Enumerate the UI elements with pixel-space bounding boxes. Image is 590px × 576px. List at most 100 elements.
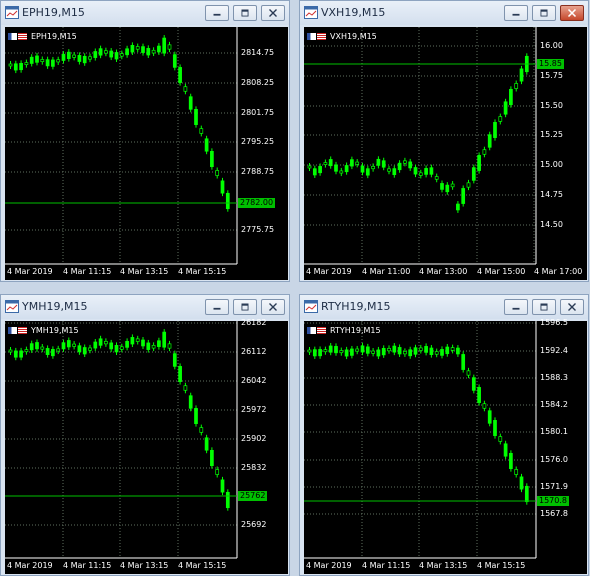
candle-body	[167, 343, 172, 349]
candle-body	[509, 452, 513, 470]
time-axis-label: 4 Mar 17:00	[534, 267, 583, 276]
minimize-button[interactable]	[205, 299, 229, 315]
flag-icon	[307, 32, 326, 40]
maximize-button[interactable]	[233, 5, 257, 21]
candle-body	[413, 167, 418, 175]
price-axis-label: 26042	[241, 376, 267, 385]
maximize-icon	[241, 9, 249, 17]
candle-body	[82, 347, 87, 355]
candle-body	[215, 469, 220, 475]
close-button[interactable]	[261, 299, 285, 315]
candle-body	[98, 48, 103, 56]
close-icon	[568, 303, 576, 311]
window-titlebar[interactable]: VXH19,M15	[300, 1, 588, 25]
close-button[interactable]	[261, 5, 285, 21]
current-price-tag: 1570.8	[537, 496, 569, 506]
price-chart[interactable]: EPH19,M15 2814.75 2808.25 2801.75 2795.25 278…	[5, 27, 288, 280]
time-axis-label: 4 Mar 2019	[7, 561, 53, 570]
minimize-button[interactable]	[504, 5, 528, 21]
current-price-tag: 15.85	[537, 59, 564, 69]
symbol-label: RTYH19,M15	[307, 325, 381, 335]
symbol-text: VXH19,M15	[330, 31, 377, 41]
candle-body	[45, 348, 50, 355]
chart-window-rtyh19[interactable]: RTYH19,M15 RTYH19,M15 1596.5 1592.4 1588.3 1…	[299, 294, 589, 576]
candle-body	[509, 88, 513, 106]
candle-body	[72, 343, 76, 347]
candle-body	[514, 83, 519, 89]
candle-body	[188, 96, 193, 110]
candle-body	[503, 443, 508, 457]
candle-body	[334, 164, 338, 172]
minimize-button[interactable]	[504, 299, 528, 315]
candle-body	[157, 340, 161, 347]
candle-body	[51, 348, 55, 357]
candle-body	[323, 349, 328, 353]
candle-body	[323, 162, 328, 165]
maximize-button[interactable]	[532, 299, 556, 315]
candle-body	[109, 50, 114, 58]
candle-body	[204, 437, 209, 451]
maximize-button[interactable]	[532, 5, 556, 21]
window-titlebar[interactable]: RTYH19,M15	[300, 295, 588, 319]
price-axis-label: 15.25	[540, 130, 563, 139]
candle-body	[199, 128, 204, 134]
candle-body	[135, 338, 140, 342]
price-chart[interactable]: RTYH19,M15 1596.5 1592.4 1588.3 1584.2 1580.1…	[304, 318, 587, 574]
candle-body	[408, 349, 413, 357]
candle-body	[82, 55, 87, 64]
close-icon	[269, 9, 277, 17]
candle-body	[29, 343, 34, 351]
maximize-button[interactable]	[233, 299, 257, 315]
candle-body	[162, 37, 167, 54]
candle-body	[188, 395, 193, 409]
price-chart[interactable]: YMH19,M15 26182 26112 26042 25972 25902 25832 2…	[5, 318, 288, 574]
close-button[interactable]	[560, 5, 584, 21]
candle-body	[24, 349, 29, 353]
candle-body	[194, 408, 198, 424]
close-icon	[567, 8, 577, 18]
price-axis-label: 25692	[241, 520, 267, 529]
candle-body	[199, 427, 204, 433]
candle-body	[461, 354, 466, 370]
candle-body	[35, 342, 39, 350]
time-axis-label: 4 Mar 13:15	[419, 561, 468, 570]
price-axis-label: 15.00	[540, 160, 563, 169]
candle-body	[178, 366, 182, 382]
candle-body	[40, 346, 45, 350]
chart-window-ymh19[interactable]: YMH19,M15 YMH19,M15 26182 26112 26042 25972 2…	[0, 294, 290, 576]
time-axis-label: 4 Mar 11:15	[362, 561, 411, 570]
candle-body	[440, 349, 444, 356]
window-titlebar[interactable]: EPH19,M15	[1, 1, 289, 25]
candle-body	[477, 387, 481, 403]
candle-body	[482, 403, 487, 409]
candle-body	[339, 170, 344, 174]
minimize-button[interactable]	[205, 5, 229, 21]
chart-window-eph19[interactable]: EPH19,M15 EPH19,M15 2814.75 2808.25 2801.75…	[0, 0, 290, 282]
price-chart[interactable]: VXH19,M15 16.00 15.75 15.50 15.25 15.00 14.75 1…	[304, 27, 587, 280]
price-axis-label: 16.00	[540, 41, 563, 50]
price-axis-label: 1592.4	[540, 346, 568, 355]
candle-body	[503, 101, 508, 115]
time-axis-label: 4 Mar 11:15	[63, 561, 112, 570]
candle-body	[493, 420, 497, 436]
candle-body	[141, 46, 145, 53]
candle-body	[371, 350, 375, 354]
candle-body	[376, 158, 381, 166]
candle-body	[220, 479, 225, 493]
price-axis-label: 1588.3	[540, 373, 568, 382]
candle-body	[471, 167, 476, 181]
price-axis-label: 15.50	[540, 101, 563, 110]
candle-body	[403, 351, 407, 355]
close-button[interactable]	[560, 299, 584, 315]
candle-body	[498, 116, 503, 122]
chart-window-vxh19[interactable]: VXH19,M15 VXH19,M15 16.00 15.75 15.50 15.25 1…	[299, 0, 589, 282]
window-title: YMH19,M15	[22, 300, 88, 313]
candle-body	[350, 348, 354, 356]
maximize-icon	[540, 303, 548, 311]
symbol-text: EPH19,M15	[31, 31, 77, 41]
price-axis-label: 2775.75	[241, 225, 275, 234]
window-titlebar[interactable]: YMH19,M15	[1, 295, 289, 319]
candle-body	[93, 341, 98, 349]
candle-body	[130, 337, 135, 345]
candle-body	[471, 377, 476, 391]
